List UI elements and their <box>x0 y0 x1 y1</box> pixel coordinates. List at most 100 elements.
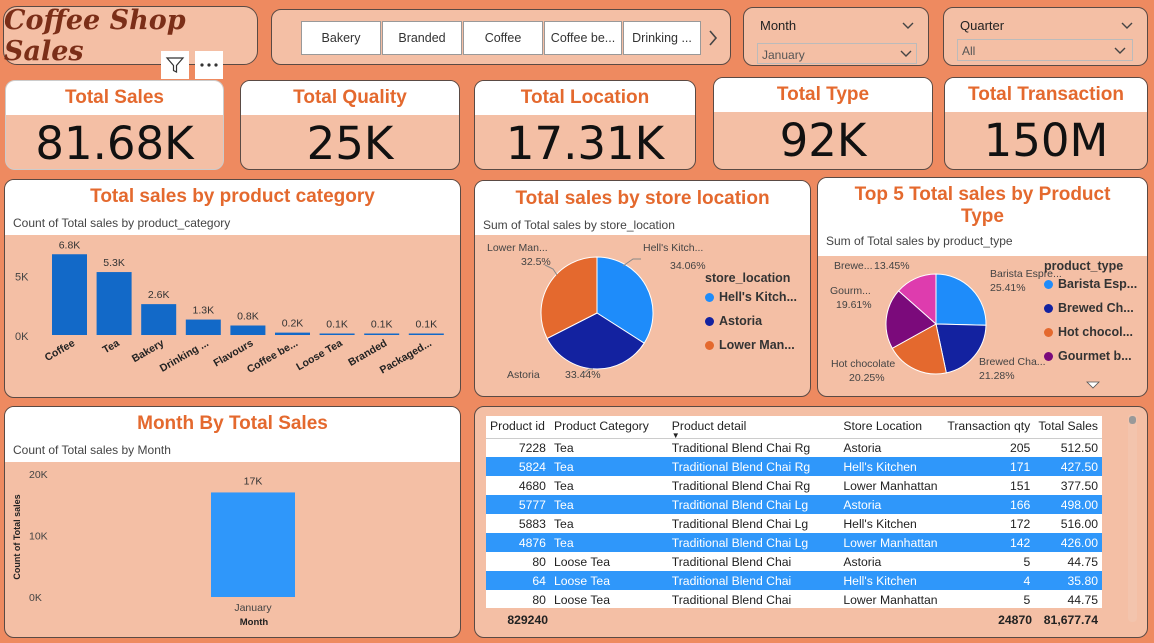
kpi-card-total-sales[interactable]: Total Sales 81.68K <box>5 80 224 170</box>
table-cell: 498.00 <box>1034 495 1102 514</box>
month-chart-card[interactable]: Month By Total Sales Count of Total sale… <box>4 406 461 638</box>
legend-marker <box>705 340 714 350</box>
pie-value-label: 19.61% <box>836 299 872 311</box>
table-cell: Tea <box>549 438 668 457</box>
filter-icon[interactable] <box>161 51 189 79</box>
legend-item[interactable]: Brewed Ch... <box>1044 301 1134 315</box>
column-header-total-sales[interactable]: Total Sales <box>1034 416 1102 439</box>
table-cell: Loose Tea <box>549 571 668 590</box>
x-tick-label: January <box>234 602 272 614</box>
month-filter: Month January <box>743 7 929 66</box>
pie-label: Hell's Kitch... <box>643 242 703 254</box>
table-cell: 64 <box>486 571 550 590</box>
kpi-card-total-quality[interactable]: Total Quality 25K <box>240 80 460 170</box>
more-options-icon[interactable] <box>195 51 223 79</box>
table-row[interactable]: 5824 Tea Traditional Blend Chai Rg Hell's K… <box>486 457 1102 476</box>
column-header-transaction-qty[interactable]: Transaction qty <box>943 416 1035 439</box>
pie-label: Hot chocolate <box>831 358 895 370</box>
detail-table: Product id Product Category Product deta… <box>486 416 1102 609</box>
table-row[interactable]: 4876 Tea Traditional Blend Chai Lg Lower Ma… <box>486 533 1102 552</box>
table-header-row: Product id Product Category Product deta… <box>486 416 1102 439</box>
table-cell: 44.75 <box>1034 590 1102 609</box>
pie-label: Gourm... <box>830 285 871 297</box>
column-header-product-category[interactable]: Product Category <box>549 416 668 439</box>
month-dropdown[interactable]: January <box>757 43 917 64</box>
scrollbar-thumb[interactable] <box>1129 416 1136 424</box>
table-cell: 80 <box>486 552 550 571</box>
table-totals-row: 829240 24870 81,677.74 <box>486 611 1102 629</box>
slicer-button-branded[interactable]: Branded <box>382 21 462 55</box>
chart-subtitle: Count of Total sales by Month <box>13 443 171 457</box>
table-cell: Traditional Blend Chai Rg <box>667 438 840 457</box>
y-tick-label: 0K <box>15 331 29 343</box>
table-row[interactable]: 4680 Tea Traditional Blend Chai Rg Lower Ma… <box>486 476 1102 495</box>
table-cell: Tea <box>549 457 668 476</box>
legend-item[interactable]: Astoria <box>705 314 762 328</box>
table-cell: Astoria <box>839 438 944 457</box>
location-chart-card[interactable]: Total sales by store location Sum of Tot… <box>474 180 811 397</box>
kpi-label: Total Sales <box>6 81 223 115</box>
y-tick-label: 20K <box>29 469 48 481</box>
x-tick-label: Loose Tea <box>294 337 344 373</box>
table-row[interactable]: 64 Loose Tea Traditional Blend Chai Hell's … <box>486 571 1102 590</box>
legend-item[interactable]: Lower Man... <box>705 338 795 352</box>
table-row[interactable]: 5883 Tea Traditional Blend Chai Lg Hell's K… <box>486 514 1102 533</box>
data-label: 0.1K <box>415 319 437 331</box>
legend-item[interactable]: Hell's Kitch... <box>705 290 797 304</box>
column-header-product-id[interactable]: Product id <box>486 416 550 439</box>
category-chart-card[interactable]: Total sales by product category Count of… <box>4 179 461 398</box>
x-tick-label: Coffee be... <box>245 337 300 376</box>
quarter-dropdown[interactable]: All <box>957 39 1133 61</box>
bar <box>275 332 310 335</box>
kpi-card-total-transaction[interactable]: Total Transaction 150M <box>944 77 1148 170</box>
y-tick-label: 10K <box>29 531 48 543</box>
table-row[interactable]: 7228 Tea Traditional Blend Chai Rg Astoria 2… <box>486 438 1102 457</box>
product-type-chart-card[interactable]: Top 5 Total sales by Product Type Sum of… <box>817 177 1148 397</box>
chart-subtitle: Sum of Total sales by product_type <box>826 234 1013 248</box>
chevron-down-icon[interactable] <box>1121 18 1133 36</box>
legend-label: Hot chocol... <box>1058 325 1133 339</box>
data-label: 0.2K <box>282 318 304 330</box>
legend-marker <box>1044 279 1053 289</box>
pie-value-label: 20.25% <box>849 372 885 384</box>
quarter-dropdown-value: All <box>962 44 976 58</box>
kpi-value: 92K <box>779 114 867 167</box>
kpi-label: Total Type <box>714 78 932 112</box>
table-scrollbar[interactable] <box>1128 414 1137 622</box>
kpi-label: Total Quality <box>241 81 459 115</box>
legend-item[interactable]: Hot chocol... <box>1044 325 1133 339</box>
table-row[interactable]: 5777 Tea Traditional Blend Chai Lg Astoria 1… <box>486 495 1102 514</box>
kpi-card-total-type[interactable]: Total Type 92K <box>713 77 933 170</box>
bar <box>319 333 355 335</box>
column-header-store-location[interactable]: Store Location <box>839 416 944 439</box>
data-label: 5.3K <box>103 257 125 269</box>
table-cell: Hell's Kitchen <box>839 457 944 476</box>
x-tick-label: Drinking ... <box>158 337 211 375</box>
legend-item[interactable]: Barista Esp... <box>1044 277 1137 291</box>
data-label: 0.8K <box>237 311 259 323</box>
chevron-down-icon[interactable] <box>902 18 914 36</box>
kpi-card-total-location[interactable]: Total Location 17.31K <box>474 80 696 170</box>
caret-down-icon[interactable] <box>1086 374 1100 393</box>
slicer-button-coffee[interactable]: Coffee <box>463 21 543 55</box>
legend-title: store_location <box>705 271 791 285</box>
legend-item[interactable]: Gourmet b... <box>1044 349 1132 363</box>
table-cell: Hell's Kitchen <box>839 571 944 590</box>
legend-marker <box>705 292 714 302</box>
table-cell: Tea <box>549 476 668 495</box>
chart-title-line1: Top 5 Total sales by Product <box>854 184 1111 205</box>
table-row[interactable]: 80 Loose Tea Traditional Blend Chai Lower M… <box>486 590 1102 609</box>
table-cell: Loose Tea <box>549 590 668 609</box>
data-label: 1.3K <box>192 305 214 317</box>
chevron-right-icon[interactable] <box>706 27 720 53</box>
table-row[interactable]: 80 Loose Tea Traditional Blend Chai Astoria… <box>486 552 1102 571</box>
slicer-button-bakery[interactable]: Bakery <box>301 21 381 55</box>
table-cell: 7228 <box>486 438 550 457</box>
slicer-button-drinking-chocolate[interactable]: Drinking ... <box>623 21 701 55</box>
table-cell: 5 <box>943 552 1035 571</box>
pie-value-label: 13.45% <box>874 260 910 272</box>
column-header-product-detail[interactable]: Product detail ▼ <box>667 416 840 439</box>
table-cell: 516.00 <box>1034 514 1102 533</box>
table-cell: Traditional Blend Chai Lg <box>667 533 840 552</box>
slicer-button-coffee-beans[interactable]: Coffee be... <box>544 21 622 55</box>
